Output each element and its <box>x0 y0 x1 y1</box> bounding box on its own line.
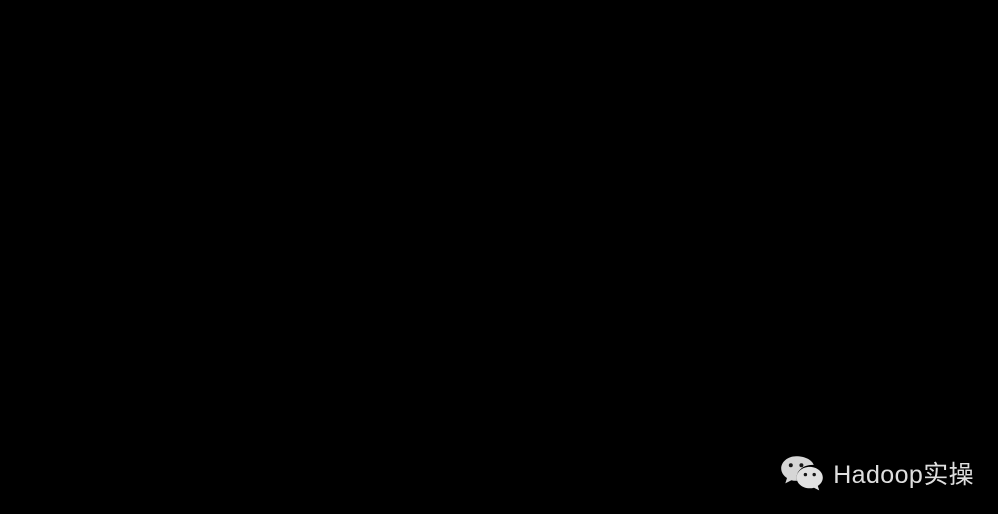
ldif-line-shadowlastchange: shadowLastChange: 17493 <box>0 270 998 300</box>
ldif-line-uid: uid: faysontest <box>0 60 998 90</box>
ldif-line-dn: dn: uid=faysontest,ou=People,dc=fayson,d… <box>0 30 998 60</box>
watermark-text: Hadoop实操 <box>833 461 974 489</box>
terminal-window[interactable]: [root@ip-172-31-7-172 openldap-ldif]# vi… <box>0 0 998 514</box>
wechat-icon <box>780 454 824 492</box>
ldif-line-objectclass-account: objectClass: account <box>0 120 998 150</box>
watermark: Hadoop实操 <box>780 454 974 492</box>
ldif-line-objectclass-shadowaccount: objectClass: shadowAccount <box>0 210 998 240</box>
shell-prompt-line: [root@ip-172-31-7-172 openldap-ldif]# vi… <box>0 0 998 30</box>
ldif-line-shadowmax: shadowMax: 99999 <box>0 330 998 360</box>
ldif-line-shadowmin: shadowMin: 0 <box>0 300 998 330</box>
ldif-line-loginshell: loginShell: /bin/bash <box>0 390 998 420</box>
ldif-line-userpassword: userPassword: {SSHA}KYgsfyI/uny0dKPNeMRN… <box>0 240 998 270</box>
ldif-line-shadowwarning: shadowWarning: 7 <box>0 360 998 390</box>
ldif-line-uidnumber: uidNumber: 510 <box>0 420 998 450</box>
ldif-line-objectclass-posixaccount: objectClass: posixAccount <box>0 150 998 180</box>
ldif-line-cn: cn: faysontest <box>0 90 998 120</box>
ldif-line-objectclass-top: objectClass: top <box>0 180 998 210</box>
